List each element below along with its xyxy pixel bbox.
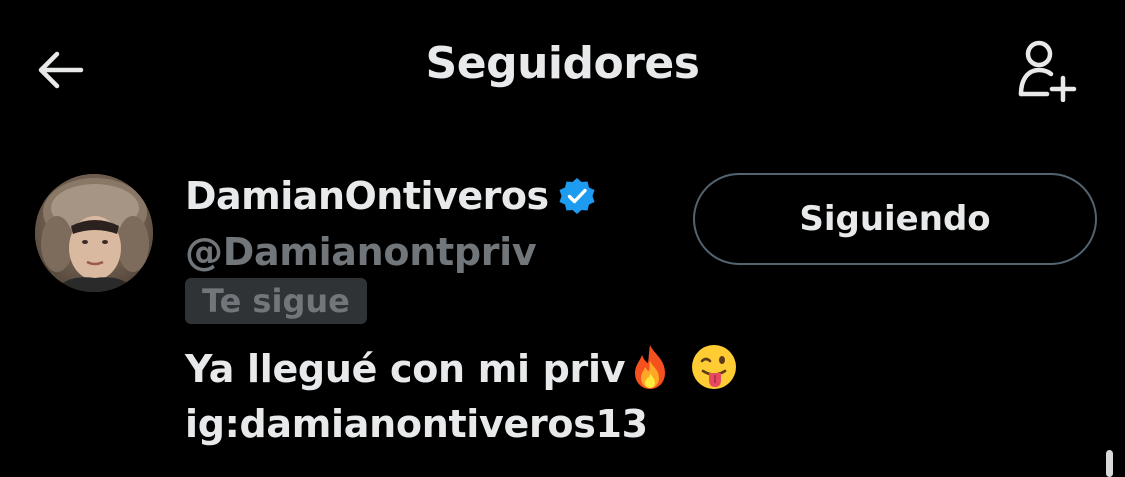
- top-bar: Seguidores: [0, 0, 1125, 140]
- following-button[interactable]: Siguiendo: [693, 173, 1097, 265]
- bio-line-2: ig:damianontiveros13: [185, 402, 648, 446]
- name-line: DamianOntiveros: [185, 174, 597, 218]
- bio-line-1-text: Ya llegué con mi priv: [185, 347, 626, 391]
- add-person-button[interactable]: [1005, 30, 1085, 110]
- follows-you-badge: Te sigue: [185, 278, 367, 324]
- avatar[interactable]: [35, 174, 153, 292]
- back-button[interactable]: [30, 40, 90, 100]
- avatar-image: [35, 174, 153, 292]
- user-handle: @Damianontpriv: [185, 230, 537, 274]
- display-name[interactable]: DamianOntiveros: [185, 174, 549, 218]
- bio: Ya llegué con mi priv ig:damianontiveros…: [185, 342, 739, 452]
- verified-badge-icon: [559, 178, 595, 214]
- scrollbar[interactable]: [1106, 450, 1113, 477]
- follower-list-item[interactable]: DamianOntiveros @Damianontpriv Te sigue …: [0, 160, 1125, 460]
- arrow-left-icon: [38, 51, 84, 89]
- page-title: Seguidores: [425, 38, 700, 89]
- add-person-icon: [1018, 40, 1077, 102]
- fire-emoji-icon: [635, 345, 666, 389]
- tongue-out-emoji-icon: [692, 345, 737, 389]
- bio-line-1: Ya llegué con mi priv: [185, 342, 739, 397]
